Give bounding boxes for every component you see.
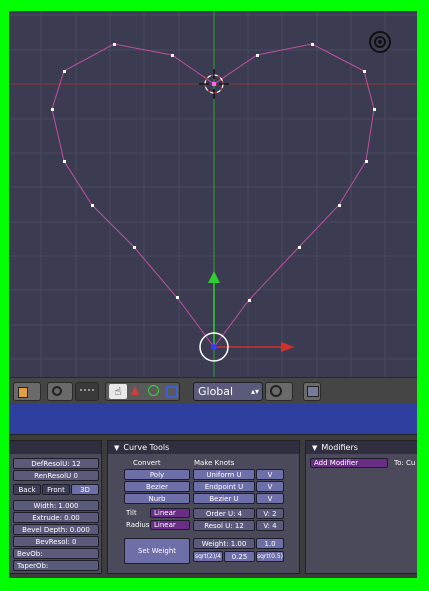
layers-button[interactable]	[75, 382, 99, 401]
extrude-field[interactable]: Extrude: 0.00	[13, 512, 99, 523]
viewport-canvas[interactable]	[9, 11, 417, 377]
defresolu-field[interactable]: DefResolU: 12	[13, 458, 99, 469]
uniform-u-button[interactable]: Uniform U	[193, 469, 255, 480]
draw-type-menu[interactable]	[47, 382, 73, 401]
pivot-icon	[270, 385, 282, 397]
rotate-icon[interactable]	[148, 385, 159, 396]
order-u-field[interactable]: Order U: 4	[193, 508, 255, 519]
weight-field[interactable]: Weight: 1.00	[193, 538, 255, 549]
3d-toggle[interactable]: 3D	[71, 484, 99, 495]
dots-icon	[80, 389, 94, 393]
bevresol-field[interactable]: BevResol: 0	[13, 536, 99, 547]
order-v-field[interactable]: V: 2	[256, 508, 284, 519]
bezier-button[interactable]: Bezier	[124, 481, 190, 492]
3d-cursor-icon	[199, 69, 229, 99]
cube-icon	[18, 387, 28, 398]
nurb-button[interactable]: Nurb	[124, 493, 190, 504]
convert-label: Convert	[133, 459, 161, 467]
sqrt2-button[interactable]: sqrt(2)/4	[193, 551, 223, 562]
orientation-select[interactable]: Global ▴▾	[193, 382, 263, 401]
select-arrows-icon: ▴▾	[250, 387, 259, 396]
bevel-depth-field[interactable]: Bevel Depth: 0.000	[13, 524, 99, 535]
back-toggle[interactable]: Back	[13, 484, 41, 495]
collapse-triangle-icon[interactable]: ▼	[312, 444, 317, 452]
modifiers-panel: ▼ Modifiers Add Modifier To: Cu	[305, 440, 417, 574]
width-field[interactable]: Width: 1.000	[13, 500, 99, 511]
orientation-label: Global	[198, 385, 234, 398]
sqrt05-button[interactable]: sqrt(0.5)	[256, 551, 284, 562]
bevob-field[interactable]: BevOb:	[13, 548, 99, 559]
front-toggle[interactable]: Front	[42, 484, 70, 495]
buttons-window: DefResolU: 12 RenResolU 0 Back Front 3D …	[9, 404, 417, 578]
poly-button[interactable]: Poly	[124, 469, 190, 480]
collapse-triangle-icon[interactable]: ▼	[114, 444, 119, 452]
object-mode-menu[interactable]	[13, 382, 41, 401]
camera-view-icon	[369, 31, 391, 53]
curve-tools-title: ▼ Curve Tools	[108, 441, 299, 454]
scale-icon[interactable]	[166, 386, 178, 398]
curve-and-surface-panel: DefResolU: 12 RenResolU 0 Back Front 3D …	[9, 440, 102, 574]
curve-tools-panel: ▼ Curve Tools Convert Poly Bezier Nurb Ma…	[107, 440, 300, 574]
draw-type-icon	[52, 386, 62, 396]
manipulator-group: ☝	[105, 382, 180, 401]
to-label: To: Cu	[394, 459, 416, 467]
tilt-select[interactable]: Linear	[150, 508, 190, 518]
resol-u-field[interactable]: Resol U: 12	[193, 520, 255, 531]
tilt-label: Tilt	[126, 509, 137, 517]
uniform-v-button[interactable]: V	[256, 469, 284, 480]
quarter-button[interactable]: 0.25	[224, 551, 255, 562]
endpoint-u-button[interactable]: Endpoint U	[193, 481, 255, 492]
heart-curve	[51, 43, 375, 348]
viewport-header: ☝ Global ▴▾	[9, 377, 417, 405]
modifiers-title: ▼ Modifiers	[306, 441, 417, 454]
translate-icon[interactable]	[131, 386, 139, 395]
add-modifier-button[interactable]: Add Modifier	[310, 458, 388, 468]
3d-viewport[interactable]	[9, 11, 417, 377]
make-knots-label: Make Knots	[194, 459, 235, 467]
bezier-v-button[interactable]: V	[256, 493, 284, 504]
radius-label: Radius	[126, 521, 150, 529]
renresolu-field[interactable]: RenResolU 0	[13, 470, 99, 481]
render-preview-button[interactable]	[303, 382, 321, 401]
buttons-header	[9, 404, 417, 435]
set-weight-button[interactable]: Set Weight	[124, 538, 190, 564]
hand-icon[interactable]: ☝	[109, 384, 127, 399]
radius-select[interactable]: Linear	[150, 520, 190, 530]
image-icon	[307, 386, 319, 397]
bezier-u-button[interactable]: Bezier U	[193, 493, 255, 504]
pivot-menu[interactable]	[265, 382, 293, 401]
resol-v-field[interactable]: V: 4	[256, 520, 284, 531]
taperob-field[interactable]: TaperOb:	[13, 560, 99, 571]
panel-title-bar	[9, 441, 101, 454]
weight-one-button[interactable]: 1.0	[256, 538, 284, 549]
endpoint-v-button[interactable]: V	[256, 481, 284, 492]
